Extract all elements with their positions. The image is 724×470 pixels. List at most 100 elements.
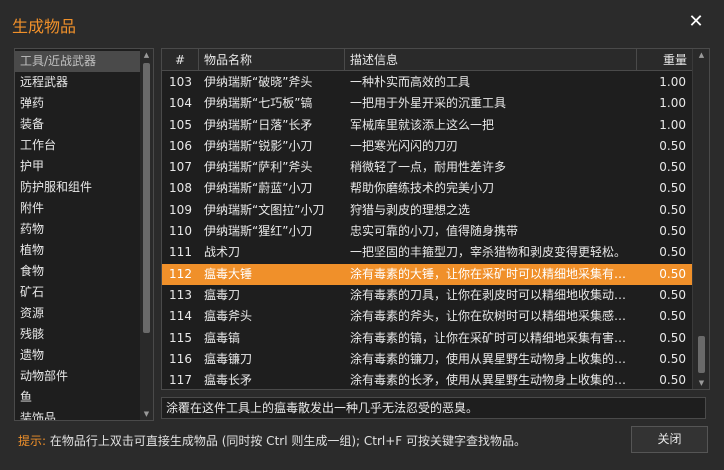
category-items: 工具/近战武器 远程武器 弹药 装备 工作台 护甲 防护服和组件 附件 药物 植物 食物 矿石 资源 残骸… xyxy=(15,51,141,420)
item-number: 111 xyxy=(169,245,192,260)
scroll-up-arrow-icon[interactable]: ▲ xyxy=(693,50,709,60)
item-name: 瘟毒镰刀 xyxy=(204,351,253,366)
item-name: 伊纳瑞斯“猩红”小刀 xyxy=(204,224,313,239)
item-name: 伊纳瑞斯“破晓”斧头 xyxy=(204,75,313,89)
table-row[interactable]: 107 伊纳瑞斯“萨利”斧头 稍微轻了一点，耐用性差许多 0.50 xyxy=(162,157,692,178)
table-row[interactable]: 116 瘟毒镰刀 涂有毒素的镰刀，使用从異星野生动物身上收集的瘟毒素 0.50 xyxy=(162,349,692,370)
item-desc: 涂有毒素的大锤，让你在采矿时可以精细地采集有害物质 xyxy=(350,266,637,281)
item-desc: 稍微轻了一点，耐用性差许多 xyxy=(350,160,507,175)
item-name: 伊纳瑞斯“蔚蓝”小刀 xyxy=(204,181,313,196)
window-title: 生成物品 xyxy=(12,17,77,36)
item-desc: 狩猎与剥皮的理想之选 xyxy=(350,202,471,217)
item-number: 113 xyxy=(169,287,192,302)
category-item[interactable]: 植物 xyxy=(15,240,141,261)
scrollbar-thumb[interactable] xyxy=(698,336,705,373)
category-item[interactable]: 资源 xyxy=(15,303,141,324)
item-weight: 0.50 xyxy=(659,373,686,388)
table-row[interactable]: 104 伊纳瑞斯“七巧板”镐 一把用于外星开采的沉重工具 1.00 xyxy=(162,93,692,114)
scroll-down-arrow-icon[interactable]: ▼ xyxy=(140,409,153,419)
item-desc: 忠实可靠的小刀，值得随身携带 xyxy=(350,224,519,239)
category-item[interactable]: 装备 xyxy=(15,114,141,135)
category-item[interactable]: 食物 xyxy=(15,261,141,282)
category-item[interactable]: 鱼 xyxy=(15,387,141,408)
item-weight: 0.50 xyxy=(659,160,686,175)
item-desc: 帮助你磨练技术的完美小刀 xyxy=(350,181,495,196)
table-scrollbar[interactable]: ▲ ▼ xyxy=(692,49,709,389)
item-name: 瘟毒斧头 xyxy=(204,309,253,324)
item-weight: 1.00 xyxy=(659,117,686,132)
category-item[interactable]: 动物部件 xyxy=(15,366,141,387)
category-item[interactable]: 装饰品 xyxy=(15,408,141,420)
column-header-number[interactable]: # xyxy=(162,49,199,71)
item-name: 伊纳瑞斯“日落”长矛 xyxy=(204,117,313,132)
column-header-name[interactable]: 物品名称 xyxy=(199,49,345,71)
item-desc: 一种朴实而高效的工具 xyxy=(350,75,471,89)
category-item[interactable]: 药物 xyxy=(15,219,141,240)
item-weight: 0.50 xyxy=(659,330,686,345)
table-row[interactable]: 108 伊纳瑞斯“蔚蓝”小刀 帮助你磨练技术的完美小刀 0.50 xyxy=(162,178,692,199)
item-desc: 涂有毒素的镐，让你在采矿时可以精细地采集有害的物质 xyxy=(350,330,637,345)
item-desc: 军械库里就该添上这么一把 xyxy=(350,117,495,132)
item-weight: 0.50 xyxy=(659,138,686,153)
item-number: 107 xyxy=(169,160,192,175)
category-item[interactable]: 弹药 xyxy=(15,93,141,114)
category-item[interactable]: 附件 xyxy=(15,198,141,219)
item-name: 瘟毒刀 xyxy=(204,287,241,302)
scroll-down-arrow-icon[interactable]: ▼ xyxy=(693,378,709,388)
table-row[interactable]: 109 伊纳瑞斯“文图拉”小刀 狩猎与剥皮的理想之选 0.50 xyxy=(162,200,692,221)
title-bar: 生成物品 ✕ xyxy=(0,0,724,46)
table-row[interactable]: 114 瘟毒斧头 涂有毒素的斧头，让你在砍树时可以精细地采集感染物质 0.50 xyxy=(162,306,692,327)
category-item[interactable]: 护甲 xyxy=(15,156,141,177)
item-weight: 0.50 xyxy=(659,202,686,217)
category-item[interactable]: 矿石 xyxy=(15,282,141,303)
category-item[interactable]: 遗物 xyxy=(15,345,141,366)
category-item[interactable]: 工作台 xyxy=(15,135,141,156)
item-name: 伊纳瑞斯“文图拉”小刀 xyxy=(204,202,325,217)
item-weight: 1.00 xyxy=(659,96,686,111)
table-row[interactable]: 111 战术刀 一把坚固的丰箍型刀，宰杀猎物和剥皮变得更轻松。 0.50 xyxy=(162,242,692,263)
category-list: 工具/近战武器 远程武器 弹药 装备 工作台 护甲 防护服和组件 附件 药物 植物 食物 矿石 资源 残骸… xyxy=(14,48,154,421)
item-number: 109 xyxy=(169,202,192,217)
table-row[interactable]: 106 伊纳瑞斯“锐影”小刀 一把寒光闪闪的刀刃 0.50 xyxy=(162,136,692,157)
item-desc: 涂有毒素的镰刀，使用从異星野生动物身上收集的瘟毒素 xyxy=(350,351,637,366)
table-row[interactable]: 115 瘟毒镐 涂有毒素的镐，让你在采矿时可以精细地采集有害的物质 0.50 xyxy=(162,328,692,349)
column-header-description[interactable]: 描述信息 xyxy=(345,49,637,71)
category-scrollbar[interactable]: ▲ ▼ xyxy=(140,49,153,420)
item-number: 103 xyxy=(169,75,192,89)
table-body: 103 伊纳瑞斯“破晓”斧头 一种朴实而高效的工具 1.00 104 伊纳瑞斯“七巧板”镐… xyxy=(162,72,692,389)
item-weight: 0.50 xyxy=(659,181,686,196)
close-button[interactable]: 关闭 xyxy=(631,426,708,453)
item-number: 114 xyxy=(169,309,192,324)
scroll-up-arrow-icon[interactable]: ▲ xyxy=(140,50,153,60)
table-header: # 物品名称 描述信息 重量 xyxy=(162,49,692,71)
column-header-weight[interactable]: 重量 xyxy=(637,49,692,71)
item-weight: 0.50 xyxy=(659,351,686,366)
item-weight: 0.50 xyxy=(659,287,686,302)
hint-label: 提示: xyxy=(18,434,47,448)
item-desc: 一把寒光闪闪的刀刃 xyxy=(350,138,459,153)
scrollbar-thumb[interactable] xyxy=(143,63,150,333)
item-name: 伊纳瑞斯“锐影”小刀 xyxy=(204,138,313,153)
item-name: 伊纳瑞斯“萨利”斧头 xyxy=(204,160,313,175)
table-row[interactable]: 117 瘟毒长矛 涂有毒素的长矛，使用从異星野生动物身上收集的瘟毒素 0.50 xyxy=(162,370,692,389)
category-item[interactable]: 工具/近战武器 xyxy=(15,51,141,72)
category-item[interactable]: 防护服和组件 xyxy=(15,177,141,198)
item-number: 112 xyxy=(169,266,192,281)
item-desc: 涂有毒素的刀具，让你在剥皮时可以精细地收集动物毒素 xyxy=(350,287,637,302)
item-number: 110 xyxy=(169,224,192,239)
category-item[interactable]: 残骸 xyxy=(15,324,141,345)
item-number: 115 xyxy=(169,330,192,345)
item-name: 战术刀 xyxy=(204,245,241,260)
table-row[interactable]: 110 伊纳瑞斯“猩红”小刀 忠实可靠的小刀，值得随身携带 0.50 xyxy=(162,221,692,242)
item-name: 伊纳瑞斯“七巧板”镐 xyxy=(204,96,313,111)
table-row[interactable]: 105 伊纳瑞斯“日落”长矛 军械库里就该添上这么一把 1.00 xyxy=(162,115,692,136)
category-item[interactable]: 远程武器 xyxy=(15,72,141,93)
table-row[interactable]: 103 伊纳瑞斯“破晓”斧头 一种朴实而高效的工具 1.00 xyxy=(162,72,692,93)
item-number: 105 xyxy=(169,117,192,132)
close-icon[interactable]: ✕ xyxy=(688,13,704,31)
item-number: 117 xyxy=(169,373,192,388)
table-row[interactable]: 112 瘟毒大锤 涂有毒素的大锤，让你在采矿时可以精细地采集有害物质 0.50 xyxy=(162,263,692,285)
table-row[interactable]: 113 瘟毒刀 涂有毒素的刀具，让你在剥皮时可以精细地收集动物毒素 0.50 xyxy=(162,285,692,306)
item-number: 108 xyxy=(169,181,192,196)
item-weight: 0.50 xyxy=(659,309,686,324)
